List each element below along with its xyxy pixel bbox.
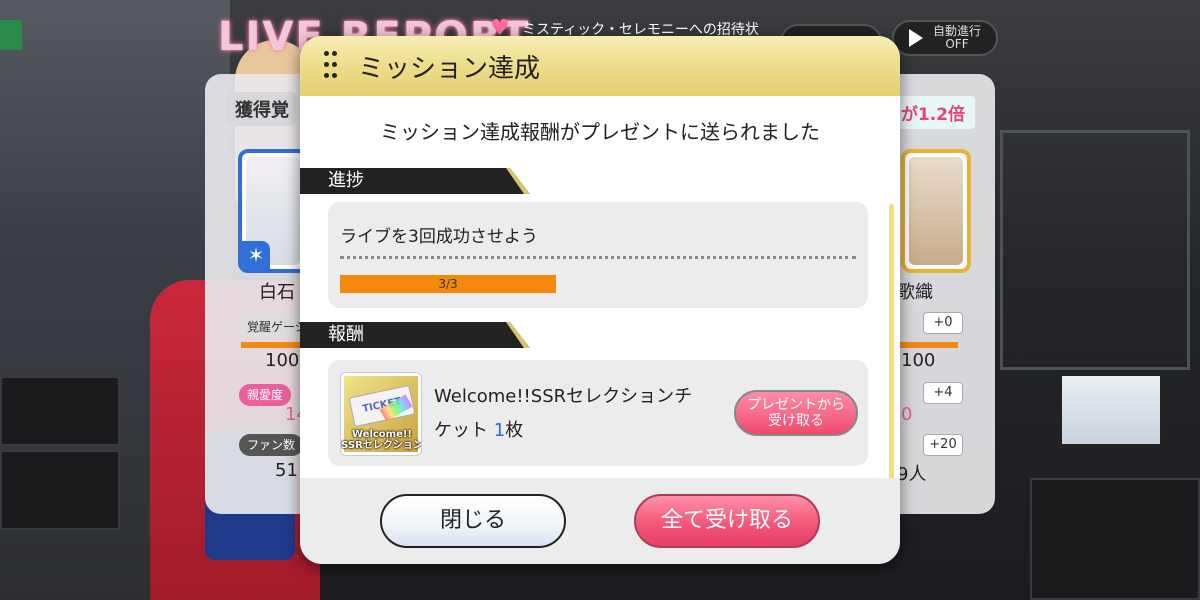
dialog-header: ミッション達成	[300, 36, 900, 96]
multiplier-label: が1.2倍	[890, 96, 975, 129]
affection-value-right: 0	[901, 404, 913, 425]
stage-monitor	[1058, 372, 1164, 448]
reward-quantity: 1	[493, 420, 506, 441]
fan-label-left: ファン数	[239, 434, 304, 456]
star-icon: ✶	[242, 241, 270, 269]
awaken-value-right: 100	[901, 350, 936, 371]
idol-name-right: 歌織	[897, 282, 933, 303]
auto-advance-label: 自動進行	[932, 24, 981, 38]
dialog-footer: 閉じる 全て受け取る	[300, 478, 900, 564]
idol-card-left[interactable]: ✶	[238, 149, 308, 273]
auto-advance-button[interactable]: 自動進行 OFF	[892, 20, 998, 56]
affection-label-left: 親愛度	[239, 384, 292, 406]
fan-plus-right: +20	[923, 434, 963, 456]
fan-value-left: 51	[275, 460, 298, 481]
ticket-caption-line1: Welcome!!	[351, 429, 412, 440]
awaken-bar-left	[241, 342, 301, 348]
ticket-caption-line2: SSRセレクション	[341, 440, 422, 451]
stage-truss	[1000, 130, 1190, 370]
scrollbar[interactable]	[889, 204, 894, 500]
mission-description: ライブを3回成功させよう	[340, 227, 538, 247]
dialog-body[interactable]: ミッション達成報酬がプレゼントに送られました 進捗 ライブを3回成功させよう 3…	[300, 96, 900, 500]
close-button[interactable]: 閉じる	[380, 494, 566, 548]
progress-section-header: 進捗	[300, 168, 530, 194]
idol-portrait	[909, 157, 963, 265]
fan-value-right: 9人	[897, 464, 927, 485]
receive-all-button[interactable]: 全て受け取る	[634, 494, 820, 548]
progress-text: 3/3	[438, 277, 458, 291]
auto-advance-state: OFF	[945, 37, 969, 51]
idol-card-right[interactable]	[901, 149, 971, 273]
mission-progress-bar: 3/3	[340, 275, 556, 293]
reward-notice: ミッション達成報酬がプレゼントに送られました	[380, 120, 820, 144]
idol-name-left: 白石	[259, 282, 295, 303]
dialog-title: ミッション達成	[358, 53, 541, 84]
reward-section-header: 報酬	[300, 322, 530, 348]
mission-progress-card: ライブを3回成功させよう 3/3	[328, 202, 868, 308]
awaken-value-left: 100	[265, 350, 300, 371]
reward-title: Welcome!!SSRセレクションチケット	[434, 386, 693, 441]
reward-item-card: TICKET Welcome!! SSRセレクション Welcome!!SSRセ…	[328, 360, 868, 466]
exit-sign	[0, 20, 22, 50]
ssr-ticket-icon[interactable]: TICKET Welcome!! SSRセレクション	[340, 372, 422, 456]
affection-plus-right: +4	[923, 382, 963, 404]
mission-complete-dialog: ミッション達成 ミッション達成報酬がプレゼントに送られました 進捗 ライブを3回…	[300, 36, 900, 564]
awaken-plus-right: +0	[923, 312, 963, 334]
equipment-case	[0, 450, 120, 530]
reward-unit: 枚	[505, 420, 524, 441]
play-icon	[908, 29, 923, 47]
awaken-bar-right	[900, 342, 958, 348]
receive-from-present-button[interactable]: プレゼントから受け取る	[734, 390, 858, 436]
equipment-case	[0, 376, 120, 446]
equipment-case	[1030, 478, 1200, 600]
grip-icon	[324, 51, 337, 81]
divider	[340, 256, 856, 259]
reward-name: Welcome!!SSRセレクションチケット 1枚	[434, 380, 704, 448]
gain-label: 獲得覚	[227, 92, 297, 126]
